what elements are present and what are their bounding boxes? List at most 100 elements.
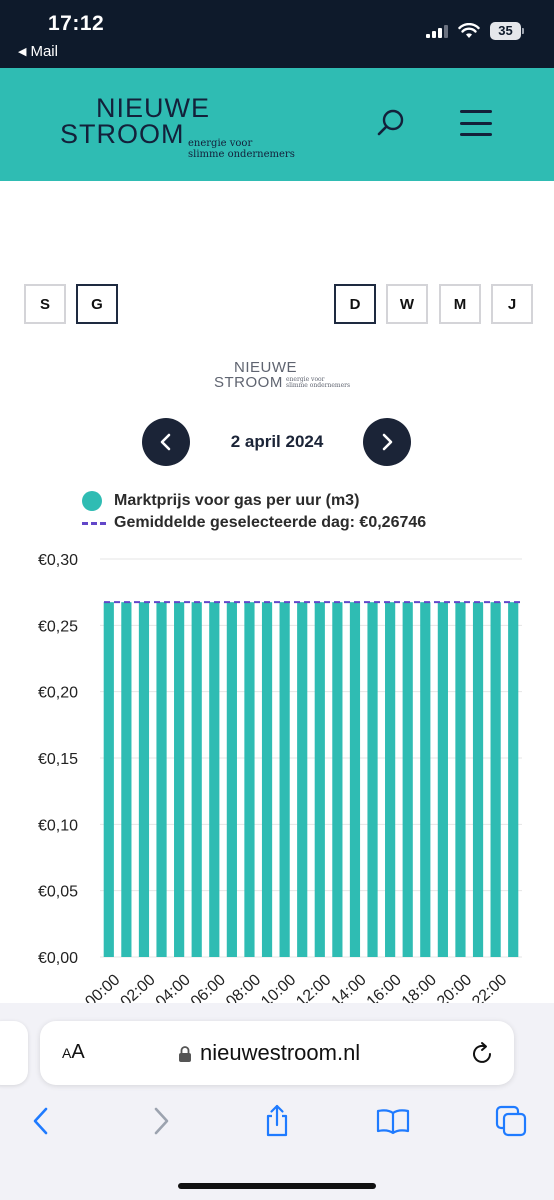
bar xyxy=(191,602,202,957)
bar xyxy=(121,602,132,957)
legend-item-price[interactable]: Marktprijs voor gas per uur (m3) xyxy=(82,490,426,512)
status-time: 17:12 xyxy=(48,12,105,35)
x-tick-label: 22:00 xyxy=(469,971,510,1005)
gas-price-chart: €0,00 €0,05 €0,10 €0,15 €0,20 €0,25 €0,30 00:00… xyxy=(38,552,522,1005)
bar xyxy=(437,602,448,957)
nieuwe-stroom-logo[interactable]: NIEUWE STROOM energie voor slimme ondern… xyxy=(60,95,295,161)
tabs-button[interactable] xyxy=(494,1103,528,1139)
y-tick-label: €0,30 xyxy=(38,552,78,569)
legend-dot-icon xyxy=(82,491,102,511)
previous-tab-peek[interactable] xyxy=(0,1021,28,1085)
wifi-icon xyxy=(458,23,480,38)
back-triangle-icon: ◀ xyxy=(18,46,27,58)
x-tick-label: 16:00 xyxy=(364,971,405,1005)
bar xyxy=(209,602,220,957)
bar xyxy=(314,602,325,957)
bar xyxy=(490,602,501,957)
toggle-jaar[interactable]: J xyxy=(491,284,533,324)
battery-icon: 35 xyxy=(490,22,524,40)
share-icon xyxy=(266,1104,288,1137)
toggle-week[interactable]: W xyxy=(386,284,428,324)
chart-logo-tagline-2: slimme ondernemers xyxy=(286,382,351,389)
bar xyxy=(472,602,484,957)
back-icon xyxy=(33,1107,48,1135)
bookmarks-button[interactable] xyxy=(376,1103,410,1139)
legend-label-price: Marktprijs voor gas per uur (m3) xyxy=(114,492,360,509)
battery-level: 35 xyxy=(490,22,521,40)
home-indicator xyxy=(178,1183,376,1189)
cellular-signal-icon xyxy=(426,24,448,38)
y-tick-label: €0,10 xyxy=(38,817,78,834)
bar xyxy=(174,602,185,957)
chevron-right-icon xyxy=(382,433,393,451)
selected-date: 2 april 2024 xyxy=(230,432,324,451)
site-header: NIEUWE STROOM energie voor slimme ondern… xyxy=(0,68,554,181)
tabs-icon xyxy=(495,1105,527,1137)
x-tick-label: 02:00 xyxy=(117,971,158,1005)
logo-tagline-1: energie voor xyxy=(188,138,253,149)
bar xyxy=(420,602,431,957)
status-icons: 35 xyxy=(426,22,524,40)
bar xyxy=(367,602,378,957)
bar xyxy=(402,602,413,957)
x-tick-label: 08:00 xyxy=(223,971,264,1005)
back-label: Mail xyxy=(30,43,58,60)
bar xyxy=(138,602,150,957)
search-icon xyxy=(377,109,404,136)
x-tick-label: 20:00 xyxy=(434,971,475,1005)
toggle-maand[interactable]: M xyxy=(439,284,481,324)
y-tick-label: €0,25 xyxy=(38,618,78,635)
bar xyxy=(279,602,290,957)
x-tick-label: 14:00 xyxy=(328,971,369,1005)
bookmarks-icon xyxy=(376,1109,410,1135)
bar xyxy=(349,602,361,957)
legend-dash-icon xyxy=(82,521,106,525)
chart-logo-tagline: energie voor slimme ondernemers xyxy=(286,377,350,389)
x-tick-label: 18:00 xyxy=(399,971,440,1005)
safari-toolbar: AA nieuwestroom.nl xyxy=(0,1003,554,1200)
bar xyxy=(261,602,273,957)
share-button[interactable] xyxy=(260,1103,294,1139)
chevron-left-icon xyxy=(160,433,171,451)
back-to-mail[interactable]: ◀ Mail xyxy=(18,43,58,60)
bar xyxy=(455,602,466,957)
bar xyxy=(332,602,343,957)
y-tick-label: €0,05 xyxy=(38,884,78,901)
x-tick-label: 12:00 xyxy=(293,971,334,1005)
reader-aa-button[interactable]: AA xyxy=(62,1041,85,1064)
forward-icon xyxy=(154,1107,169,1135)
y-tick-label: €0,15 xyxy=(38,751,78,768)
chart-logo: NIEUWE STROOM energie voor slimme ondern… xyxy=(214,359,350,390)
lock-icon xyxy=(179,1046,191,1062)
toggle-dag[interactable]: D xyxy=(334,284,376,324)
chart-legend: Marktprijs voor gas per uur (m3) Gemidde… xyxy=(82,490,426,534)
forward-button[interactable] xyxy=(144,1103,178,1139)
x-tick-label: 04:00 xyxy=(153,971,194,1005)
address-bar[interactable]: AA nieuwestroom.nl xyxy=(40,1021,514,1085)
chart-logo-line-1: NIEUWE xyxy=(234,359,297,376)
reload-icon[interactable] xyxy=(468,1039,496,1067)
y-tick-label: €0,00 xyxy=(38,950,78,967)
bar xyxy=(226,602,237,957)
next-day-button[interactable] xyxy=(363,418,411,466)
bar xyxy=(103,602,114,957)
toggle-stroom[interactable]: S xyxy=(24,284,66,324)
status-bar: 17:12 ◀ Mail 35 xyxy=(0,0,554,68)
bar xyxy=(156,602,167,957)
hamburger-menu-icon[interactable] xyxy=(460,110,492,136)
url-text: nieuwestroom.nl xyxy=(200,1040,361,1065)
bar xyxy=(297,602,308,957)
back-button[interactable] xyxy=(24,1103,58,1139)
toggle-gas[interactable]: G xyxy=(76,284,118,324)
legend-label-average: Gemiddelde geselecteerde dag: €0,26746 xyxy=(114,514,427,531)
logo-tagline: energie voor slimme ondernemers xyxy=(188,138,295,160)
legend-item-average[interactable]: Gemiddelde geselecteerde dag: €0,26746 xyxy=(82,512,426,534)
y-tick-label: €0,20 xyxy=(38,685,78,702)
previous-day-button[interactable] xyxy=(142,418,190,466)
bar xyxy=(508,602,519,957)
x-tick-label: 00:00 xyxy=(82,971,123,1005)
bar xyxy=(385,602,396,957)
bar xyxy=(244,602,255,957)
x-tick-label: 10:00 xyxy=(258,971,299,1005)
search-button[interactable] xyxy=(376,108,406,138)
